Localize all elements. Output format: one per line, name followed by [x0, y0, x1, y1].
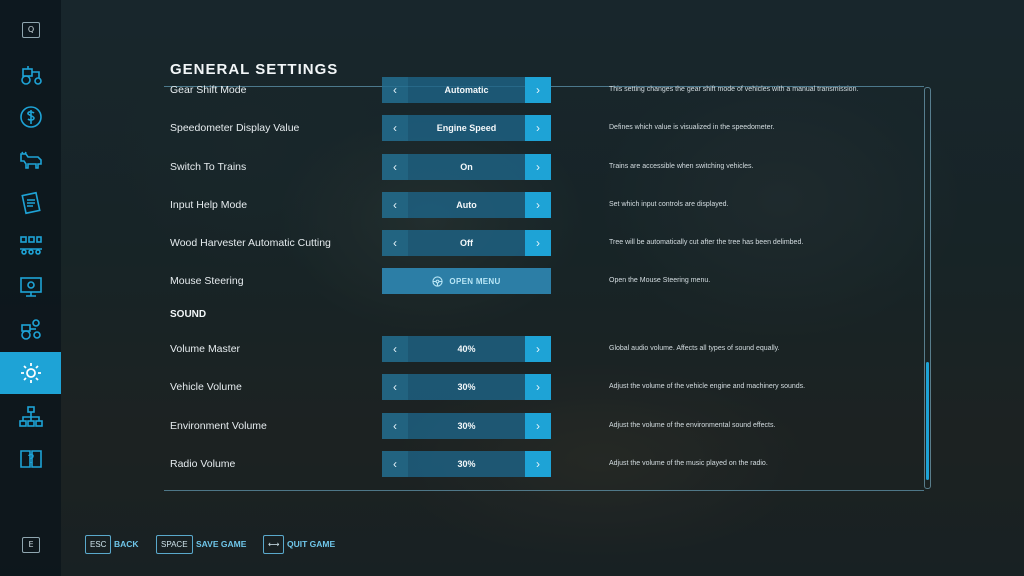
chevron-right-icon[interactable]: › [525, 154, 551, 180]
chevron-left-icon[interactable]: ‹ [382, 413, 408, 439]
setting-description: Trains are accessible when switching veh… [609, 163, 754, 170]
setting-description: Tree will be automatically cut after the… [609, 239, 804, 246]
setting-label: Environment Volume [170, 420, 267, 432]
setting-label: Vehicle Volume [170, 381, 242, 393]
quit-game-button[interactable]: QUIT GAME [287, 535, 335, 554]
bottom-divider [164, 490, 924, 491]
chevron-left-icon[interactable]: ‹ [382, 230, 408, 256]
option-selector[interactable]: ‹ Automatic › [382, 77, 551, 103]
save-game-button[interactable]: SAVE GAME [196, 535, 246, 554]
chevron-right-icon[interactable]: › [525, 413, 551, 439]
setting-row-gear-shift-mode: Gear Shift Mode ‹ Automatic › This setti… [0, 77, 1024, 103]
setting-description: Global audio volume. Affects all types o… [609, 345, 780, 352]
option-value: 30% [408, 413, 525, 439]
next-page-key-hint[interactable]: E [22, 537, 40, 553]
setting-label: Radio Volume [170, 458, 236, 470]
setting-description: Open the Mouse Steering menu. [609, 277, 711, 284]
setting-description: Defines which value is visualized in the… [609, 124, 775, 131]
chevron-right-icon[interactable]: › [525, 115, 551, 141]
setting-row-vehicle-volume: Vehicle Volume ‹ 30% › Adjust the volume… [0, 374, 1024, 400]
quit-key-hint[interactable]: ⟷ [263, 535, 285, 554]
setting-description: Adjust the volume of the environmental s… [609, 422, 776, 429]
option-value: Automatic [408, 77, 525, 103]
chevron-right-icon[interactable]: › [525, 451, 551, 477]
setting-label: Volume Master [170, 343, 241, 355]
chevron-right-icon[interactable]: › [525, 77, 551, 103]
setting-label: Gear Shift Mode [170, 84, 247, 96]
setting-row-radio-volume: Radio Volume ‹ 30% › Adjust the volume o… [0, 451, 1024, 477]
setting-label: Mouse Steering [170, 275, 244, 287]
open-menu-label: OPEN MENU [449, 276, 501, 286]
setting-description: This setting changes the gear shift mode… [609, 86, 859, 93]
setting-row-speedometer: Speedometer Display Value ‹ Engine Speed… [0, 115, 1024, 141]
back-key-hint[interactable]: ESC [85, 535, 112, 554]
chevron-left-icon[interactable]: ‹ [382, 451, 408, 477]
chevron-left-icon[interactable]: ‹ [382, 154, 408, 180]
option-value: 30% [408, 374, 525, 400]
chevron-right-icon[interactable]: › [525, 192, 551, 218]
page-title: GENERAL SETTINGS [170, 61, 339, 78]
option-selector[interactable]: ‹ 30% › [382, 451, 551, 477]
option-value: Auto [408, 192, 525, 218]
option-selector[interactable]: ‹ 30% › [382, 413, 551, 439]
setting-row-switch-to-trains: Switch To Trains ‹ On › Trains are acces… [0, 154, 1024, 180]
option-value: 30% [408, 451, 525, 477]
setting-label: Switch To Trains [170, 161, 247, 173]
option-value: Off [408, 230, 525, 256]
steering-wheel-icon [432, 275, 444, 287]
option-value: On [408, 154, 525, 180]
setting-description: Adjust the volume of the vehicle engine … [609, 383, 806, 390]
option-selector[interactable]: ‹ 40% › [382, 336, 551, 362]
chevron-left-icon[interactable]: ‹ [382, 336, 408, 362]
option-selector[interactable]: ‹ On › [382, 154, 551, 180]
setting-row-input-help-mode: Input Help Mode ‹ Auto › Set which input… [0, 192, 1024, 218]
chevron-right-icon[interactable]: › [525, 230, 551, 256]
setting-row-volume-master: Volume Master ‹ 40% › Global audio volum… [0, 336, 1024, 362]
open-menu-button[interactable]: OPEN MENU [382, 268, 551, 294]
save-key-hint[interactable]: SPACE [156, 535, 193, 554]
option-selector[interactable]: ‹ 30% › [382, 374, 551, 400]
option-selector[interactable]: ‹ Off › [382, 230, 551, 256]
chevron-left-icon[interactable]: ‹ [382, 77, 408, 103]
chevron-left-icon[interactable]: ‹ [382, 374, 408, 400]
chevron-left-icon[interactable]: ‹ [382, 192, 408, 218]
setting-label: Wood Harvester Automatic Cutting [170, 237, 331, 249]
prev-page-key-hint[interactable]: Q [22, 22, 40, 38]
option-selector[interactable]: ‹ Auto › [382, 192, 551, 218]
setting-row-environment-volume: Environment Volume ‹ 30% › Adjust the vo… [0, 413, 1024, 439]
option-selector[interactable]: ‹ Engine Speed › [382, 115, 551, 141]
setting-description: Adjust the volume of the music played on… [609, 460, 768, 467]
chevron-left-icon[interactable]: ‹ [382, 115, 408, 141]
option-value: 40% [408, 336, 525, 362]
back-button[interactable]: BACK [114, 535, 139, 554]
chevron-right-icon[interactable]: › [525, 336, 551, 362]
setting-row-mouse-steering: Mouse Steering OPEN MENU Open the Mouse … [0, 268, 1024, 294]
setting-row-wood-harvester: Wood Harvester Automatic Cutting ‹ Off ›… [0, 230, 1024, 256]
setting-label: Speedometer Display Value [170, 122, 300, 134]
setting-description: Set which input controls are displayed. [609, 201, 729, 208]
option-value: Engine Speed [408, 115, 525, 141]
setting-label: Input Help Mode [170, 199, 248, 211]
section-heading-sound: SOUND [170, 309, 207, 320]
chevron-right-icon[interactable]: › [525, 374, 551, 400]
